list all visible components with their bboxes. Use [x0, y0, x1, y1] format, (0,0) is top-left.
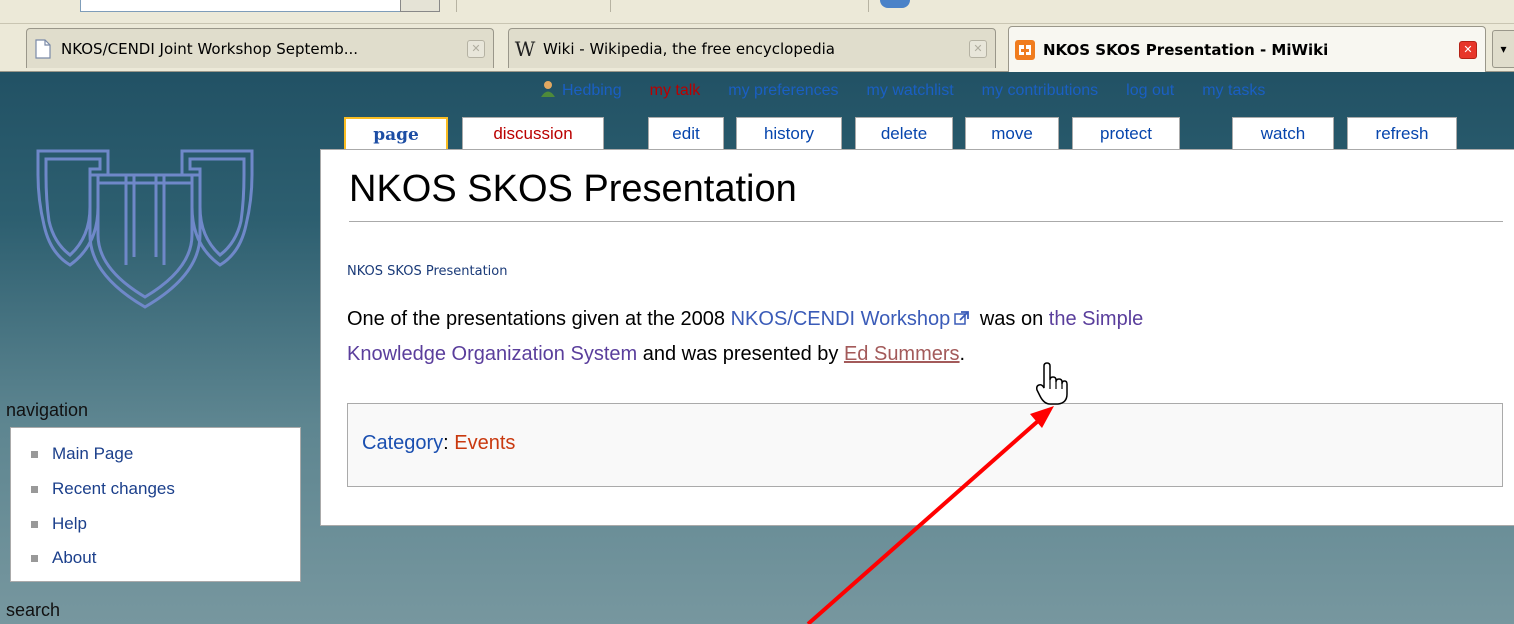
- annotation-arrow: [806, 406, 1054, 624]
